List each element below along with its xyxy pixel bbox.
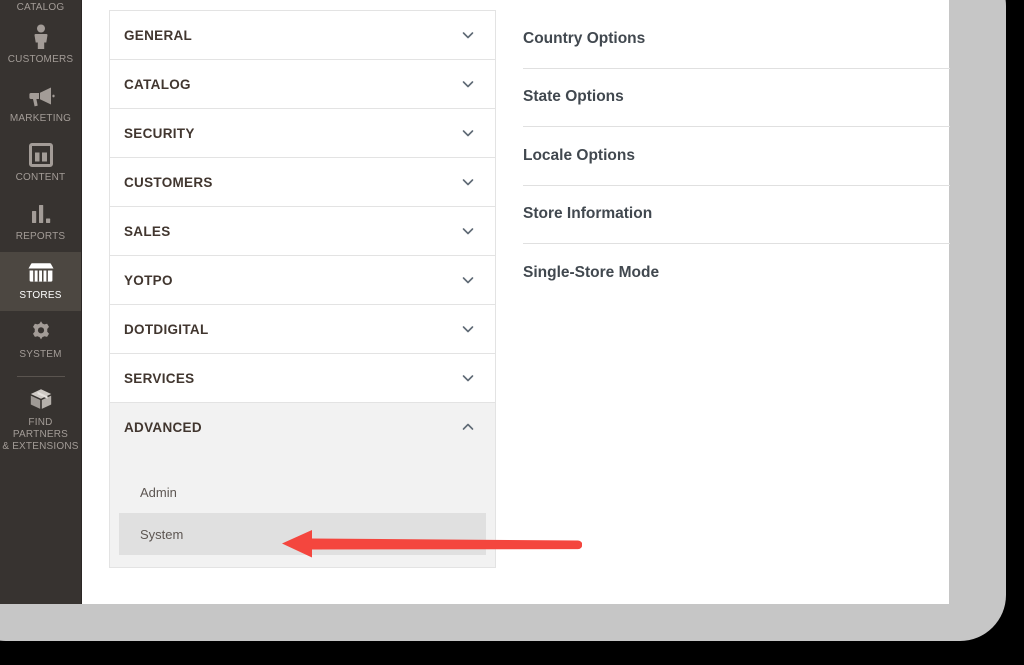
accordion-subitem-label: System xyxy=(140,526,184,542)
section-row-label: Single-Store Mode xyxy=(523,263,660,281)
chevron-down-icon xyxy=(461,77,475,91)
accordion-section-general: GENERAL xyxy=(109,10,496,59)
chevron-down-icon xyxy=(461,322,475,336)
accordion-subitem-label: Admin xyxy=(140,484,177,500)
sidebar-item-marketing[interactable]: MARKETING xyxy=(0,75,81,134)
sidebar-item-label: CUSTOMERS xyxy=(7,54,74,65)
accordion-header-label: DOTDIGITAL xyxy=(124,321,209,337)
accordion-header-services[interactable]: SERVICES xyxy=(109,353,496,402)
gear-icon xyxy=(2,317,79,347)
megaphone-icon xyxy=(2,81,79,111)
accordion-subitem-admin[interactable]: Admin xyxy=(119,471,486,513)
admin-sidebar: CATALOG CUSTOMERS MARKETING CONTENT REPO… xyxy=(0,0,82,604)
chevron-down-icon xyxy=(461,224,475,238)
sidebar-item-content[interactable]: CONTENT xyxy=(0,134,81,193)
accordion-header-catalog[interactable]: CATALOG xyxy=(109,59,496,108)
section-row-country-options[interactable]: Country Options xyxy=(523,10,950,69)
accordion-header-label: SALES xyxy=(124,223,171,239)
accordion-section-catalog: CATALOG xyxy=(109,59,496,108)
sidebar-item-label: CONTENT xyxy=(15,172,66,183)
section-row-store-information[interactable]: Store Information xyxy=(523,186,950,244)
accordion-subitem-system[interactable]: System xyxy=(119,513,486,555)
sidebar-item-label: REPORTS xyxy=(15,231,66,242)
section-row-label: State Options xyxy=(523,88,624,106)
accordion-header-label: YOTPO xyxy=(124,272,173,288)
accordion-section-sales: SALES xyxy=(109,206,496,255)
sidebar-divider xyxy=(16,376,65,377)
accordion-header-label: CUSTOMERS xyxy=(124,174,213,190)
accordion-section-security: SECURITY xyxy=(109,108,496,157)
chevron-down-icon xyxy=(461,371,475,385)
accordion-section-advanced: ADVANCED Admin System xyxy=(109,402,496,568)
accordion-header-advanced[interactable]: ADVANCED xyxy=(109,402,496,451)
accordion-header-label: CATALOG xyxy=(124,76,191,92)
sidebar-item-label: MARKETING xyxy=(9,113,72,124)
sidebar-item-catalog[interactable]: CATALOG xyxy=(0,0,81,16)
chevron-down-icon xyxy=(461,273,475,287)
accordion-header-label: ADVANCED xyxy=(124,419,202,435)
sidebar-item-stores[interactable]: STORES xyxy=(0,252,81,311)
accordion-header-label: GENERAL xyxy=(124,27,193,43)
section-row-label: Locale Options xyxy=(523,146,635,164)
accordion-section-dotdigital: DOTDIGITAL xyxy=(109,304,496,353)
sidebar-item-system[interactable]: SYSTEM xyxy=(0,311,81,370)
sidebar-item-label: CATALOG xyxy=(16,2,65,13)
accordion-header-security[interactable]: SECURITY xyxy=(109,108,496,157)
sidebar-item-find-partners[interactable]: FIND PARTNERS & EXTENSIONS xyxy=(0,379,81,462)
accordion-section-yotpo: YOTPO xyxy=(109,255,496,304)
section-row-single-store-mode[interactable]: Single-Store Mode xyxy=(523,244,950,302)
person-icon xyxy=(2,22,79,52)
settings-accordion: GENERAL CATALOG SECURITY CUSTOMERS SALES… xyxy=(109,10,496,568)
accordion-section-customers: CUSTOMERS xyxy=(109,157,496,206)
chevron-down-icon xyxy=(461,175,475,189)
sidebar-item-label: FIND PARTNERS & EXTENSIONS xyxy=(2,417,79,452)
accordion-header-label: SECURITY xyxy=(124,125,195,141)
accordion-body-advanced: Admin System xyxy=(109,451,496,568)
section-row-state-options[interactable]: State Options xyxy=(523,69,950,127)
storefront-icon xyxy=(2,258,79,288)
accordion-header-dotdigital[interactable]: DOTDIGITAL xyxy=(109,304,496,353)
sidebar-item-label: SYSTEM xyxy=(19,349,62,360)
accordion-header-sales[interactable]: SALES xyxy=(109,206,496,255)
accordion-header-yotpo[interactable]: YOTPO xyxy=(109,255,496,304)
sidebar-item-label: STORES xyxy=(19,290,62,301)
bar-chart-icon xyxy=(2,199,79,229)
chevron-down-icon xyxy=(461,126,475,140)
sidebar-item-reports[interactable]: REPORTS xyxy=(0,193,81,252)
cube-box-icon xyxy=(2,385,79,415)
section-row-label: Country Options xyxy=(523,29,646,47)
chevron-down-icon xyxy=(461,28,475,42)
accordion-header-customers[interactable]: CUSTOMERS xyxy=(109,157,496,206)
layout-icon xyxy=(2,140,79,170)
accordion-header-general[interactable]: GENERAL xyxy=(109,10,496,59)
settings-section-list: Country Options State Options Locale Opt… xyxy=(523,10,950,302)
chevron-up-icon xyxy=(461,420,475,434)
accordion-section-services: SERVICES xyxy=(109,353,496,402)
page-surface: CATALOG CUSTOMERS MARKETING CONTENT REPO… xyxy=(0,0,950,604)
sidebar-item-customers[interactable]: CUSTOMERS xyxy=(0,16,81,75)
section-row-locale-options[interactable]: Locale Options xyxy=(523,127,950,186)
section-row-label: Store Information xyxy=(523,205,653,223)
accordion-header-label: SERVICES xyxy=(124,370,195,386)
